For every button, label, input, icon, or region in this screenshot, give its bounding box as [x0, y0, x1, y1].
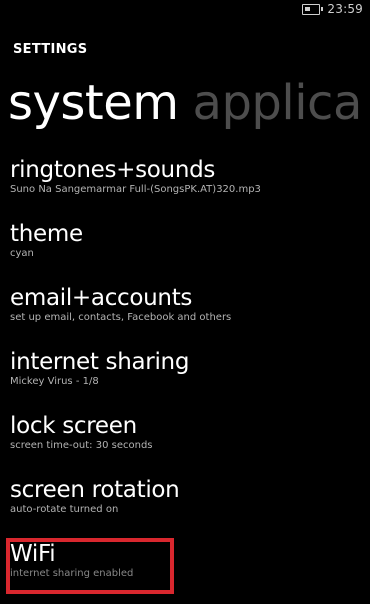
- settings-item-subtitle: Mickey Virus - 1/8: [10, 376, 99, 387]
- settings-item-lock-screen[interactable]: lock screen screen time-out: 30 seconds: [10, 412, 370, 476]
- settings-item-email-accounts[interactable]: email+accounts set up email, contacts, F…: [10, 284, 370, 348]
- settings-item-title: internet sharing: [10, 349, 190, 375]
- settings-item-internet-sharing[interactable]: internet sharing Mickey Virus - 1/8: [10, 348, 370, 412]
- settings-item-title: lock screen: [10, 413, 137, 439]
- settings-item-theme[interactable]: theme cyan: [10, 220, 370, 284]
- settings-item-subtitle: screen time-out: 30 seconds: [10, 440, 153, 451]
- status-bar: 23:59: [0, 0, 370, 22]
- pivot-system[interactable]: system: [8, 75, 179, 131]
- settings-item-subtitle: Suno Na Sangemarmar Full-(SongsPK.AT)320…: [10, 184, 261, 195]
- status-time: 23:59: [327, 2, 363, 16]
- battery-icon: [302, 4, 323, 15]
- settings-item-title: ringtones+sounds: [10, 157, 216, 183]
- settings-item-subtitle: set up email, contacts, Facebook and oth…: [10, 312, 232, 323]
- settings-item-title: screen rotation: [10, 477, 180, 503]
- settings-item-title: theme: [10, 221, 83, 247]
- settings-item-screen-rotation[interactable]: screen rotation auto-rotate turned on: [10, 476, 370, 540]
- settings-list: ringtones+sounds Suno Na Sangemarmar Ful…: [10, 156, 370, 604]
- settings-item-subtitle: cyan: [10, 248, 34, 259]
- wifi-highlight-box: [6, 538, 174, 594]
- settings-item-subtitle: auto-rotate turned on: [10, 504, 119, 515]
- pivot-header: system applica: [8, 74, 362, 132]
- pivot-applications[interactable]: applica: [193, 75, 363, 131]
- settings-item-title: email+accounts: [10, 285, 193, 311]
- settings-item-ringtones-sounds[interactable]: ringtones+sounds Suno Na Sangemarmar Ful…: [10, 156, 370, 220]
- app-title: SETTINGS: [13, 42, 88, 57]
